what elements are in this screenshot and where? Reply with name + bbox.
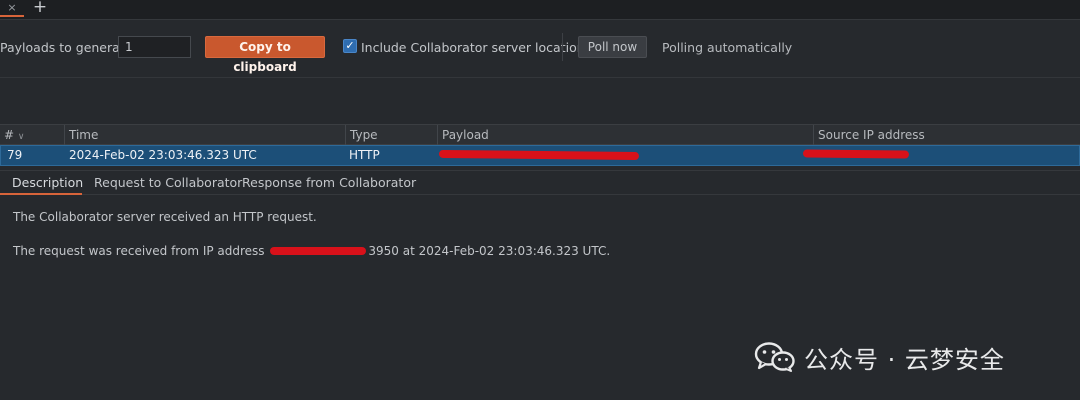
- collaborator-client: × + Payloads to generate: Copy to clipbo…: [0, 0, 1080, 400]
- detail-tabs: Description Request to Collaborator Resp…: [0, 170, 1080, 195]
- copy-to-clipboard-button[interactable]: Copy to clipboard: [205, 36, 325, 74]
- include-location-label[interactable]: Include Collaborator server location: [361, 40, 585, 55]
- watermark-text: 公众号 · 云梦安全: [804, 345, 1005, 374]
- add-tab-icon[interactable]: +: [30, 0, 50, 17]
- tab-description[interactable]: Description: [0, 171, 83, 195]
- toolbar-separator: [562, 33, 563, 61]
- tab-response-from-collaborator[interactable]: Response from Collaborator: [242, 171, 416, 195]
- interactions-table: # ∨ Time Type Payload Source IP address …: [0, 124, 1080, 166]
- column-header-source-ip[interactable]: Source IP address: [813, 125, 1080, 145]
- sort-chevron-icon[interactable]: ∨: [18, 132, 25, 142]
- watermark: 公众号 · 云梦安全: [754, 340, 1005, 374]
- toolbar-divider: [0, 77, 1080, 78]
- row-number: 79: [7, 148, 23, 162]
- table-row[interactable]: 79 2024-Feb-02 23:03:46.323 UTC HTTP: [0, 145, 1080, 166]
- column-header-type[interactable]: Type: [345, 125, 437, 145]
- column-header-time[interactable]: Time: [64, 125, 345, 145]
- table-header: # ∨ Time Type Payload Source IP address: [0, 124, 1080, 145]
- tab-request-to-collaborator[interactable]: Request to Collaborator: [94, 171, 242, 195]
- toolbar: Payloads to generate: Copy to clipboard …: [0, 21, 1080, 77]
- polling-status: Polling automatically: [662, 40, 793, 55]
- payloads-count-input[interactable]: [118, 36, 191, 58]
- close-tab-icon[interactable]: ×: [0, 0, 24, 17]
- payloads-label: Payloads to generate:: [0, 40, 137, 55]
- wechat-icon: [754, 342, 796, 372]
- description-line-2: The request was received from IP address…: [13, 244, 610, 258]
- row-time: 2024-Feb-02 23:03:46.323 UTC: [69, 148, 257, 162]
- column-header-label: #: [4, 128, 15, 142]
- ip-redaction-mark: [270, 247, 367, 255]
- column-header-number[interactable]: # ∨: [0, 125, 64, 145]
- row-type: HTTP: [349, 148, 380, 162]
- ip-redaction-mark: [802, 149, 910, 159]
- include-location-checkbox[interactable]: ✓: [343, 39, 357, 53]
- tab-strip: × +: [0, 0, 1080, 20]
- description-suffix: 3950 at 2024-Feb-02 23:03:46.323 UTC.: [368, 244, 611, 258]
- poll-now-button[interactable]: Poll now: [578, 36, 647, 58]
- ip-redaction-gap: [268, 246, 368, 256]
- column-header-payload[interactable]: Payload: [437, 125, 813, 145]
- description-line-1: The Collaborator server received an HTTP…: [13, 210, 317, 224]
- description-prefix: The request was received from IP address: [13, 244, 269, 258]
